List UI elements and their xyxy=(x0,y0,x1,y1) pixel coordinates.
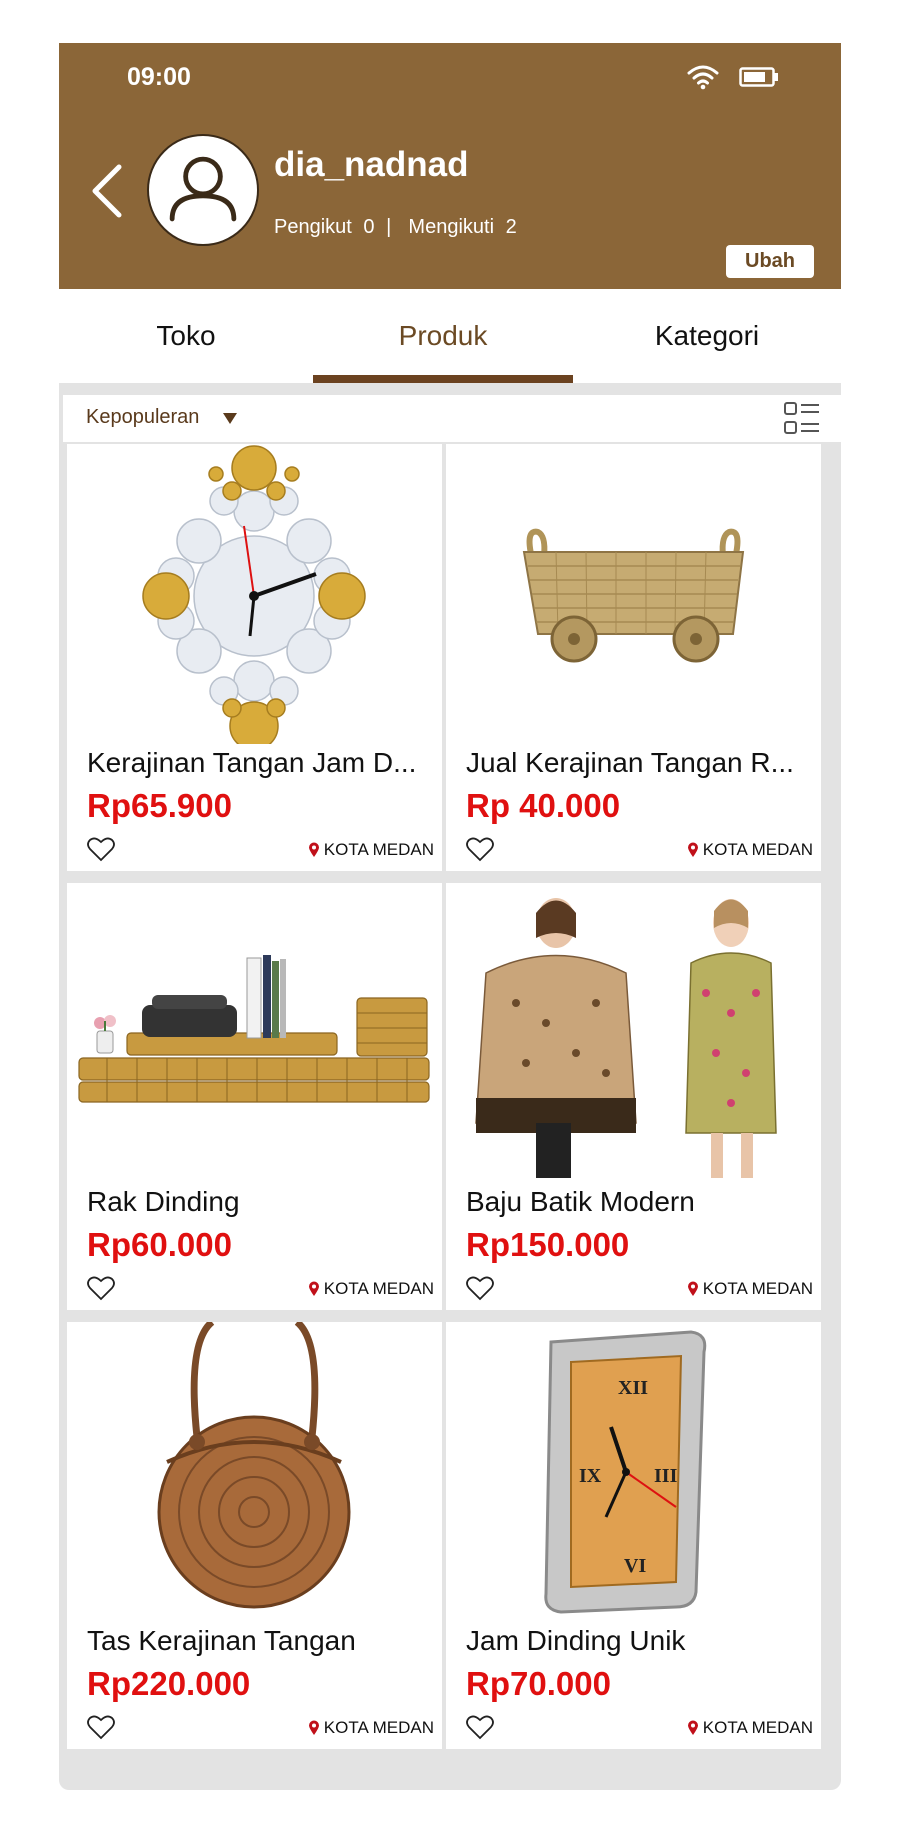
location-pin-icon xyxy=(687,1720,698,1735)
location-pin-icon xyxy=(308,1281,319,1296)
product-price: Rp65.900 xyxy=(87,787,232,824)
tab-toko[interactable]: Toko xyxy=(59,289,313,383)
product-price: Rp220.000 xyxy=(87,1665,251,1702)
avatar[interactable] xyxy=(147,134,259,246)
product-location: KOTA MEDAN xyxy=(687,840,813,860)
followers-label: Pengikut xyxy=(274,216,352,238)
list-view-icon[interactable] xyxy=(783,400,821,438)
product-card[interactable]: Rak Dinding Rp60.000 KOTA MEDAN xyxy=(67,883,442,1310)
followers-count[interactable]: 0 xyxy=(363,216,374,238)
follow-stats: Pengikut 0 | Mengikuti 2 xyxy=(274,216,523,239)
product-title: Tas Kerajinan Tangan xyxy=(87,1625,356,1656)
heart-icon[interactable] xyxy=(87,1275,115,1301)
location-text: KOTA MEDAN xyxy=(323,1279,434,1298)
following-label: Mengikuti xyxy=(408,216,495,238)
product-location: KOTA MEDAN xyxy=(308,1279,434,1299)
location-pin-icon xyxy=(687,1281,698,1296)
product-card[interactable]: XII IX III VI Jam Dinding Unik Rp70.000 … xyxy=(446,1322,821,1749)
heart-icon[interactable] xyxy=(87,1714,115,1740)
product-image-batik xyxy=(475,898,777,1178)
heart-icon[interactable] xyxy=(466,1275,494,1301)
back-arrow-icon[interactable] xyxy=(87,161,127,221)
svg-text:III: III xyxy=(654,1465,678,1487)
status-time: 09:00 xyxy=(127,63,191,91)
heart-icon[interactable] xyxy=(466,1714,494,1740)
product-title: Jual Kerajinan Tangan R... xyxy=(466,747,794,778)
follow-separator: | xyxy=(386,216,392,238)
sort-dropdown[interactable]: Kepopuleran xyxy=(86,406,199,429)
phone-frame: 09:00 dia_nadnad Pengikut 0 | Mengikuti … xyxy=(59,43,841,1790)
active-tab-indicator xyxy=(313,375,573,383)
product-price: Rp60.000 xyxy=(87,1226,232,1263)
product-card[interactable]: Baju Batik Modern Rp150.000 KOTA MEDAN xyxy=(446,883,821,1310)
tab-produk[interactable]: Produk xyxy=(313,289,573,383)
following-count[interactable]: 2 xyxy=(506,216,517,238)
edit-profile-button[interactable]: Ubah xyxy=(726,245,814,278)
svg-text:IX: IX xyxy=(579,1465,602,1487)
location-text: KOTA MEDAN xyxy=(323,840,434,859)
product-location: KOTA MEDAN xyxy=(687,1279,813,1299)
user-icon xyxy=(169,156,237,222)
product-image-bag xyxy=(157,1322,351,1609)
heart-icon[interactable] xyxy=(466,836,494,862)
product-card[interactable]: Kerajinan Tangan Jam D... Rp65.900 KOTA … xyxy=(67,444,442,871)
svg-text:XII: XII xyxy=(618,1377,648,1399)
location-text: KOTA MEDAN xyxy=(702,840,813,859)
product-price: Rp150.000 xyxy=(466,1226,630,1263)
product-image-basket xyxy=(522,528,745,663)
caret-down-icon[interactable] xyxy=(223,413,237,424)
product-location: KOTA MEDAN xyxy=(687,1718,813,1738)
product-location: KOTA MEDAN xyxy=(308,1718,434,1738)
tab-bar: Toko Produk Kategori xyxy=(59,289,841,383)
username: dia_nadnad xyxy=(274,145,469,184)
product-title: Rak Dinding xyxy=(87,1186,240,1217)
heart-icon[interactable] xyxy=(87,836,115,862)
battery-icon xyxy=(739,67,778,87)
product-image-square-clock: XII IX III VI xyxy=(544,1330,707,1614)
product-card[interactable]: Jual Kerajinan Tangan R... Rp 40.000 KOT… xyxy=(446,444,821,871)
location-pin-icon xyxy=(687,842,698,857)
product-title: Kerajinan Tangan Jam D... xyxy=(87,747,417,778)
location-pin-icon xyxy=(308,1720,319,1735)
product-price: Rp70.000 xyxy=(466,1665,611,1702)
location-text: KOTA MEDAN xyxy=(702,1279,813,1298)
sort-bar: Kepopuleran xyxy=(63,395,841,442)
tab-kategori[interactable]: Kategori xyxy=(573,289,841,383)
profile-header: 09:00 dia_nadnad Pengikut 0 | Mengikuti … xyxy=(59,43,841,289)
location-text: KOTA MEDAN xyxy=(702,1718,813,1737)
product-title: Baju Batik Modern xyxy=(466,1186,695,1217)
product-image-clock xyxy=(142,445,366,744)
wifi-icon xyxy=(687,65,719,90)
location-pin-icon xyxy=(308,842,319,857)
product-price: Rp 40.000 xyxy=(466,787,621,824)
product-location: KOTA MEDAN xyxy=(308,840,434,860)
product-image-shelf xyxy=(78,955,430,1103)
product-card[interactable]: Tas Kerajinan Tangan Rp220.000 KOTA MEDA… xyxy=(67,1322,442,1749)
svg-text:VI: VI xyxy=(624,1555,646,1577)
product-title: Jam Dinding Unik xyxy=(466,1625,686,1656)
location-text: KOTA MEDAN xyxy=(323,1718,434,1737)
